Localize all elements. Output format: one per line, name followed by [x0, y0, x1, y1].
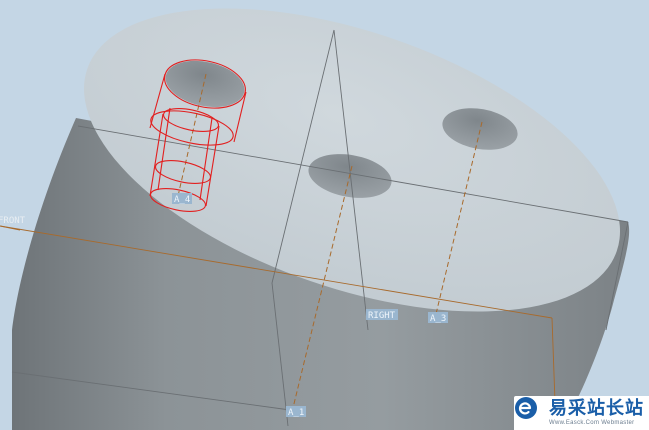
label-front: FRONT: [0, 216, 26, 226]
watermark-url: Www.Easck.Com Webmaster: [549, 420, 635, 426]
label-right: RIGHT: [366, 309, 398, 321]
a3-axis-text: A_3: [430, 314, 446, 324]
cad-model-canvas[interactable]: FRONT RIGHT A_3 A_4 A_1: [0, 0, 649, 430]
label-a4: A_4: [172, 193, 192, 205]
e-letter-logo-icon: [515, 397, 544, 425]
site-watermark: 易采站长站 Www.Easck.Com Webmaster: [514, 396, 649, 430]
label-a3: A_3: [428, 312, 448, 324]
a1-axis-text: A_1: [288, 408, 304, 418]
watermark-site-name: 易采站长站: [549, 398, 644, 419]
watermark-text: 易采站长站 Www.Easck.Com Webmaster: [549, 398, 644, 427]
model-viewport[interactable]: FRONT RIGHT A_3 A_4 A_1 易采站长站 Www.Easck.…: [0, 0, 649, 430]
right-plane-text: RIGHT: [368, 311, 396, 321]
label-a1: A_1: [286, 406, 306, 418]
front-plane-text: FRONT: [0, 216, 26, 226]
a4-axis-text: A_4: [174, 195, 190, 205]
